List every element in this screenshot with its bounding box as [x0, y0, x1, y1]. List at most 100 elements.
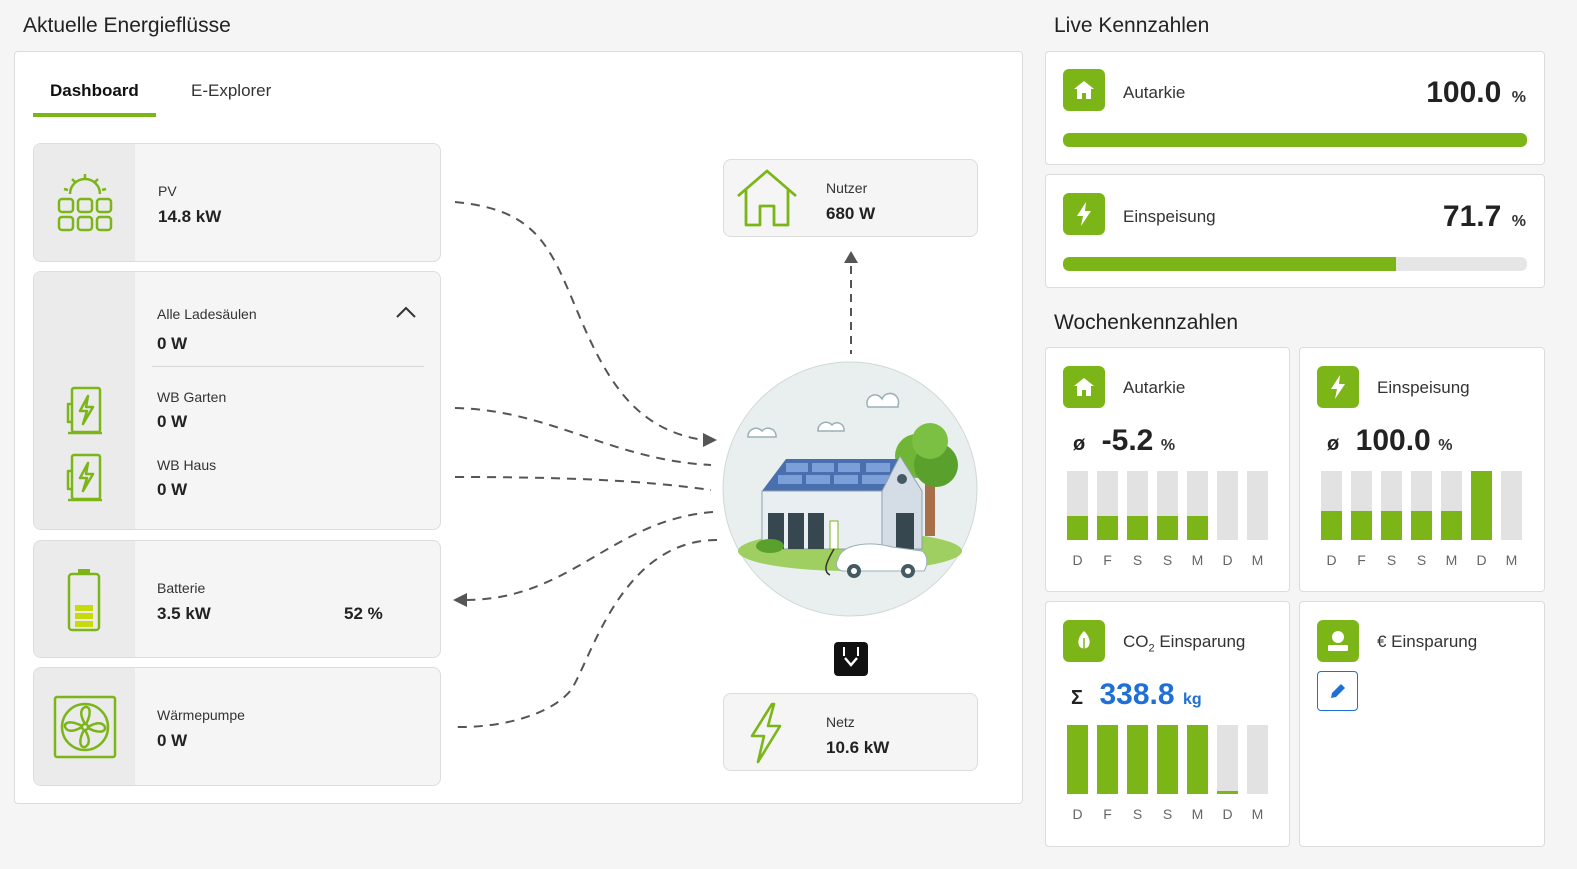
live-feedin-card: Einspeisung 71.7 % — [1045, 174, 1545, 288]
grid-label: Netz — [826, 714, 855, 730]
average-symbol: ø — [1327, 433, 1340, 455]
day-bar-fill — [1157, 515, 1178, 540]
heat-pump-fan-icon — [53, 695, 117, 759]
edit-button[interactable] — [1317, 671, 1358, 711]
live-autarky-label: Autarkie — [1123, 83, 1186, 102]
weekly-autarky-value: -5.2 — [1101, 424, 1154, 457]
charging-station-icon — [66, 386, 102, 435]
day-bar — [1247, 725, 1268, 794]
day-bar — [1127, 471, 1148, 540]
weekly-euro-card: € Einsparung — [1299, 601, 1545, 847]
lightning-bolt-icon — [750, 702, 782, 764]
bolt-icon — [1063, 193, 1105, 235]
day-bar — [1321, 471, 1342, 540]
day-label: M — [1191, 552, 1204, 568]
user-flow-arrow — [844, 251, 858, 354]
battery-value: 3.5 kW — [157, 604, 211, 623]
home-icon — [1063, 366, 1105, 408]
day-label: M — [1505, 552, 1518, 568]
day-label: S — [1162, 552, 1173, 568]
weekly-feedin-card: Einspeisung ø 100.0 % D F S S M D M — [1299, 347, 1545, 592]
heatpump-value: 0 W — [157, 731, 188, 750]
day-label: D — [1222, 552, 1233, 568]
bolt-icon — [1317, 366, 1359, 408]
day-bar-fill — [1411, 511, 1432, 540]
tab-dashboard[interactable]: Dashboard — [50, 81, 139, 101]
battery-level-segment — [75, 613, 93, 619]
day-bar-fill — [1217, 791, 1238, 794]
tab-e-explorer[interactable]: E-Explorer — [191, 81, 271, 101]
day-bar-fill — [1351, 511, 1372, 540]
day-bar-fill — [1441, 511, 1462, 540]
battery-icon — [67, 569, 101, 632]
day-bar-fill — [1187, 515, 1208, 540]
battery-label: Batterie — [157, 580, 206, 596]
battery-soc: 52 % — [344, 604, 383, 623]
weekly-autarky-unit: % — [1160, 437, 1176, 454]
day-label: D — [1072, 552, 1083, 568]
day-bar-fill — [1127, 725, 1148, 794]
weekly-autarky-card: Autarkie ø -5.2 % D F S S M D M — [1045, 347, 1290, 592]
chevron-up-icon[interactable] — [395, 305, 417, 319]
day-bar-fill — [1381, 511, 1402, 540]
divider — [152, 366, 424, 367]
chargers-card[interactable]: Alle Ladesäulen 0 W WB Garten 0 W WB Hau… — [33, 271, 441, 530]
live-autarky-progress-fill — [1063, 133, 1527, 147]
day-bar-fill — [1067, 725, 1088, 794]
battery-level-segment — [75, 621, 93, 627]
user-card[interactable]: Nutzer 680 W — [723, 159, 978, 237]
weekly-kpis-title: Wochenkennzahlen — [1054, 311, 1239, 334]
day-bar — [1441, 471, 1462, 540]
chargers-all-value: 0 W — [157, 334, 188, 353]
day-label: S — [1132, 552, 1143, 568]
day-bar-fill — [1097, 725, 1118, 794]
day-label: M — [1191, 806, 1204, 822]
house-icon — [737, 169, 797, 227]
pv-label: PV — [158, 183, 177, 199]
day-bar — [1157, 725, 1178, 794]
tab-active-underline — [33, 113, 156, 117]
grid-card[interactable]: Netz 10.6 kW — [723, 693, 978, 771]
day-label: F — [1103, 806, 1112, 822]
energy-flows-title: Aktuelle Energieflüsse — [23, 14, 231, 37]
pencil-icon — [1330, 684, 1345, 698]
heatpump-label: Wärmepumpe — [157, 707, 245, 723]
day-bar — [1097, 725, 1118, 794]
user-value: 680 W — [826, 204, 876, 223]
live-autarky-card: Autarkie 100.0 % — [1045, 51, 1545, 165]
day-bar — [1381, 471, 1402, 540]
solar-panel-icon — [57, 174, 113, 232]
user-label: Nutzer — [826, 180, 868, 196]
live-autarky-progress — [1063, 133, 1527, 147]
house-illustration — [722, 361, 978, 617]
money-icon — [1317, 620, 1359, 662]
live-feedin-unit: % — [1511, 213, 1526, 230]
weekly-euro-label: € Einsparung — [1377, 632, 1478, 651]
day-label: D — [1476, 552, 1487, 568]
energy-flow-lines — [453, 201, 718, 729]
day-label: S — [1416, 552, 1427, 568]
chargers-all-label: Alle Ladesäulen — [157, 306, 257, 322]
battery-card[interactable]: Batterie 3.5 kW 52 % — [33, 540, 441, 658]
heatpump-card[interactable]: Wärmepumpe 0 W — [33, 667, 441, 786]
battery-level-segment — [75, 605, 93, 611]
day-label: F — [1357, 552, 1366, 568]
day-label: S — [1386, 552, 1397, 568]
day-bar-fill — [1321, 511, 1342, 540]
day-bar — [1247, 471, 1268, 540]
co2-label-rest: Einsparung — [1154, 632, 1246, 651]
weekly-autarky-label: Autarkie — [1123, 378, 1186, 397]
grid-value: 10.6 kW — [826, 738, 890, 757]
day-bar-fill — [1157, 725, 1178, 794]
day-bar — [1187, 725, 1208, 794]
day-bar-fill — [1097, 515, 1118, 540]
day-bar — [1351, 471, 1372, 540]
day-label: D — [1072, 806, 1083, 822]
grid-flow-down-icon — [834, 642, 868, 676]
live-autarky-unit: % — [1511, 89, 1526, 106]
day-bar — [1501, 471, 1522, 540]
live-feedin-value: 71.7 — [1442, 200, 1502, 233]
pv-card[interactable]: PV 14.8 kW — [33, 143, 441, 262]
day-bar — [1187, 471, 1208, 540]
day-bar-fill — [1187, 725, 1208, 794]
